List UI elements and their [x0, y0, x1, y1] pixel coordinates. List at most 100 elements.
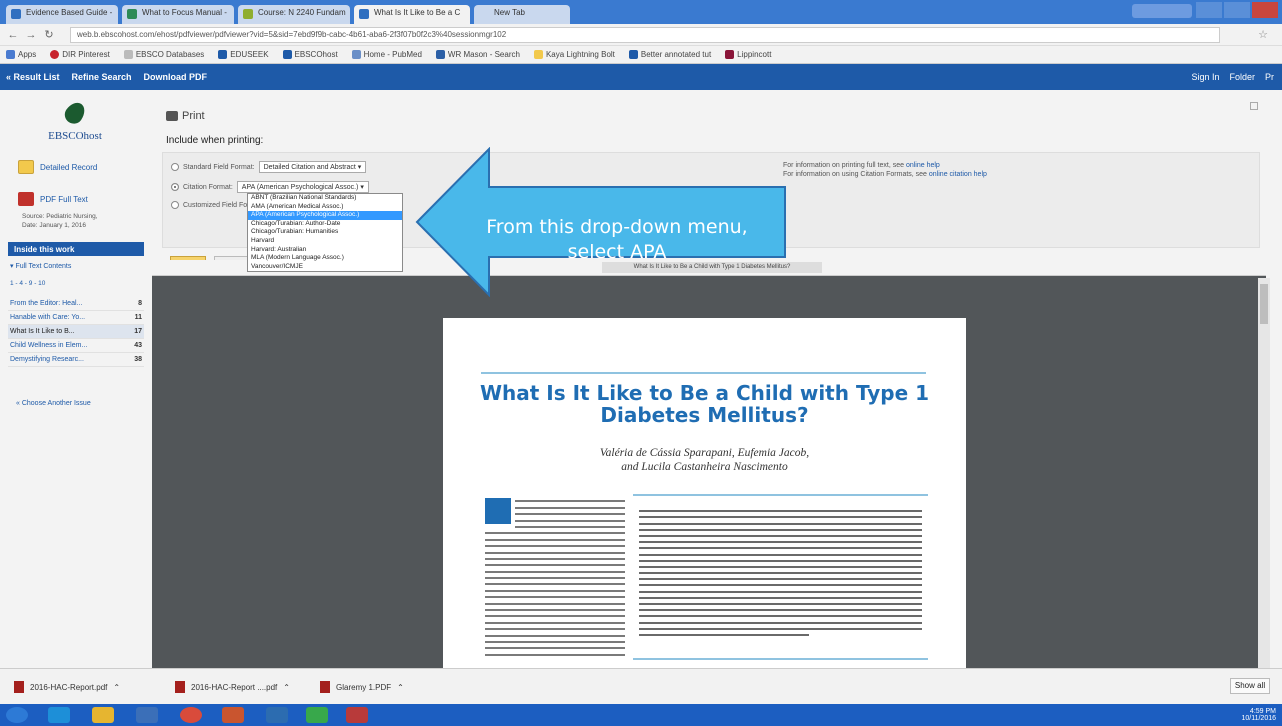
pdf-file-icon	[320, 681, 330, 693]
bookmark-item[interactable]: EBSCO Databases	[123, 49, 204, 60]
browser-tab[interactable]: What to Focus Manual -	[122, 5, 234, 24]
bookmark-label: EBSCOhost	[294, 50, 338, 59]
dropdown-option-selected[interactable]: APA (American Psychological Assoc.)	[248, 211, 402, 220]
profile-chip[interactable]	[1132, 4, 1192, 18]
bolt-icon	[533, 50, 543, 59]
taskbar-app-icon[interactable]	[136, 707, 158, 723]
toc-item-selected[interactable]: What Is It Like to B... 17	[8, 325, 144, 339]
internet-explorer-icon[interactable]	[48, 707, 70, 723]
dropdown-option[interactable]: Vancouver/ICMJE	[248, 263, 402, 272]
download-item[interactable]: 2016-HAC-Report.pdf ⌃	[14, 681, 120, 693]
chevron-up-icon[interactable]: ⌃	[113, 683, 120, 692]
citation-format-dropdown[interactable]: ABNT (Brazilian National Standards) AMA …	[247, 193, 403, 273]
citation-help-link[interactable]: online citation help	[929, 171, 987, 178]
bookmark-item[interactable]: DIR Pinterest	[50, 49, 110, 60]
address-bar: ← → ↻ web.b.ebscohost.com/ehost/pdfviewe…	[0, 24, 1282, 46]
show-all-button[interactable]: Show all	[1230, 678, 1270, 694]
bookmark-item[interactable]: EBSCOhost	[282, 49, 338, 60]
chrome-icon[interactable]	[180, 707, 202, 723]
tab-favicon-icon	[243, 9, 253, 19]
clock-time: 4:59 PM	[1249, 708, 1276, 715]
page-icon	[123, 50, 133, 59]
customized-field-radio[interactable]	[171, 201, 179, 209]
toc-page: 38	[134, 356, 142, 363]
result-list-link[interactable]: « Result List	[6, 72, 60, 82]
taskbar-app-icon[interactable]	[266, 707, 288, 723]
minimize-icon[interactable]	[1196, 2, 1222, 18]
dropdown-option[interactable]: AMA (American Medical Assoc.)	[248, 203, 402, 212]
download-filename: Glaremy 1.PDF	[336, 682, 392, 692]
citation-format-select[interactable]: APA (American Psychological Assoc.) ▾	[236, 181, 369, 193]
browser-tab-active[interactable]: What Is It Like to Be a C	[354, 5, 470, 24]
system-tray-clock[interactable]: 4:59 PM 10/11/2016	[1241, 708, 1276, 722]
bookmark-item[interactable]: Lippincott	[725, 49, 771, 60]
scrollbar-thumb[interactable]	[1260, 284, 1268, 324]
dropdown-option[interactable]: Harvard	[248, 237, 402, 246]
dropdown-option[interactable]: Harvard: Australian	[248, 246, 402, 255]
bookmark-item[interactable]: Kaya Lightning Bolt	[533, 49, 615, 60]
toc-item[interactable]: Demystifying Researc... 38	[8, 353, 144, 367]
dropdown-option[interactable]: Chicago/Turabian: Humanities	[248, 228, 402, 237]
toc-title: Child Wellness in Elem...	[10, 342, 88, 349]
toc-item[interactable]: Hanable with Care: Yo... 11	[8, 311, 144, 325]
file-explorer-icon[interactable]	[92, 707, 114, 723]
browser-tab[interactable]: Course: N 2240 Fundam	[238, 5, 350, 24]
standard-field-radio[interactable]	[171, 163, 179, 171]
toc-item[interactable]: From the Editor: Heal... 8	[8, 297, 144, 311]
pdf-scrollbar[interactable]	[1258, 278, 1270, 668]
ebsco-icon	[218, 50, 228, 59]
reload-icon[interactable]: ↻	[42, 28, 56, 42]
taskbar-app-icon[interactable]	[306, 707, 328, 723]
url-input[interactable]: web.b.ebscohost.com/ehost/pdfviewer/pdfv…	[70, 27, 1220, 43]
dropdown-option[interactable]: Chicago/Turabian: Author-Date	[248, 220, 402, 229]
taskbar-app-icon[interactable]	[346, 707, 368, 723]
bookmark-apps[interactable]: Apps	[6, 49, 36, 60]
standard-field-select[interactable]: Detailed Citation and Abstract ▾	[258, 161, 367, 173]
browser-tab[interactable]: New Tab	[474, 5, 570, 24]
bookmark-label: Apps	[18, 50, 37, 59]
pdf-full-text-link[interactable]: PDF Full Text	[18, 192, 88, 206]
dropdown-option[interactable]: MLA (Modern Language Assoc.)	[248, 254, 402, 263]
bookmark-item[interactable]: Home - PubMed	[351, 49, 422, 60]
download-item[interactable]: 2016-HAC-Report ....pdf ⌃	[175, 681, 290, 693]
browser-tab[interactable]: Evidence Based Guide -	[6, 5, 118, 24]
article-abstract	[633, 494, 928, 660]
pages-nav[interactable]: 1 - 4 - 9 - 10	[10, 280, 45, 287]
print-title-text: Print	[182, 110, 205, 122]
maximize-icon[interactable]	[1224, 2, 1250, 18]
bookmark-item[interactable]: Better annotated tut	[628, 49, 711, 60]
abstract-text-lines	[639, 510, 922, 636]
close-panel-icon[interactable]	[1250, 102, 1258, 110]
citation-format-radio[interactable]	[171, 183, 179, 191]
download-item[interactable]: Glaremy 1.PDF ⌃	[320, 681, 404, 693]
toc-item[interactable]: Child Wellness in Elem... 43	[8, 339, 144, 353]
full-text-contents-toggle[interactable]: ▾ Full Text Contents	[10, 262, 71, 270]
bookmark-item[interactable]: WR Mason - Search	[435, 49, 520, 60]
sign-in-link[interactable]: Sign In	[1191, 72, 1219, 82]
detailed-record-link[interactable]: Detailed Record	[18, 160, 97, 174]
preferences-link[interactable]: Pr	[1265, 72, 1274, 82]
article-authors: Valéria de Cássia Sparapani, Eufemia Jac…	[463, 446, 946, 474]
chevron-up-icon[interactable]: ⌃	[283, 683, 290, 692]
back-icon[interactable]: ←	[6, 28, 20, 42]
bookmark-label: DIR Pinterest	[62, 50, 110, 59]
help-info: For information on printing full text, s…	[783, 161, 987, 179]
tab-label: New Tab	[494, 8, 525, 17]
online-help-link[interactable]: online help	[906, 162, 940, 169]
lippincott-icon	[725, 50, 735, 59]
powerpoint-icon[interactable]	[222, 707, 244, 723]
refine-search-link[interactable]: Refine Search	[72, 72, 132, 82]
forward-icon[interactable]: →	[24, 28, 38, 42]
bookmark-star-icon[interactable]: ☆	[1258, 28, 1268, 41]
bookmark-item[interactable]: EDUSEEK	[218, 49, 269, 60]
drop-cap	[485, 498, 511, 524]
browser-tab-strip: Evidence Based Guide - What to Focus Man…	[0, 0, 1282, 24]
download-pdf-link[interactable]: Download PDF	[144, 72, 208, 82]
close-icon[interactable]	[1252, 2, 1278, 18]
dropdown-option[interactable]: ABNT (Brazilian National Standards)	[248, 194, 402, 203]
start-icon[interactable]	[6, 707, 28, 723]
folder-link[interactable]: Folder	[1229, 72, 1255, 82]
choose-another-issue-link[interactable]: « Choose Another Issue	[16, 400, 91, 407]
article-title: What Is It Like to Be a Child with Type …	[479, 381, 930, 427]
chevron-up-icon[interactable]: ⌃	[397, 683, 404, 692]
